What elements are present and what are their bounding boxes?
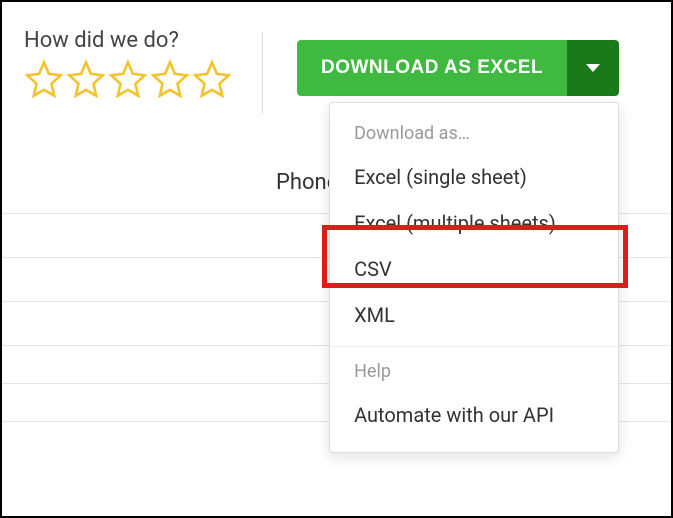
dropdown-item-excel-single[interactable]: Excel (single sheet) <box>330 154 618 200</box>
star-icon[interactable] <box>192 59 232 99</box>
dropdown-section-label: Help <box>330 355 618 392</box>
star-icon[interactable] <box>150 59 190 99</box>
star-icon[interactable] <box>66 59 106 99</box>
dropdown-item-api[interactable]: Automate with our API <box>330 392 618 438</box>
download-dropdown-menu: Download as… Excel (single sheet) Excel … <box>329 102 619 453</box>
dropdown-section-label: Download as… <box>330 117 618 154</box>
download-button-group: DOWNLOAD AS EXCEL <box>297 40 619 96</box>
download-dropdown-toggle[interactable] <box>567 40 619 96</box>
vertical-divider <box>262 32 263 114</box>
chevron-down-icon <box>586 64 600 72</box>
download-area: DOWNLOAD AS EXCEL Download as… Excel (si… <box>297 24 619 96</box>
dropdown-item-csv[interactable]: CSV <box>330 246 618 292</box>
download-button[interactable]: DOWNLOAD AS EXCEL <box>297 40 567 96</box>
star-icon[interactable] <box>24 59 64 99</box>
dropdown-item-excel-multiple[interactable]: Excel (multiple sheets) <box>330 200 618 246</box>
star-rating <box>24 59 232 99</box>
dropdown-item-xml[interactable]: XML <box>330 292 618 338</box>
column-header-phone[interactable]: Phone <box>2 152 348 213</box>
rating-section: How did we do? <box>24 24 232 99</box>
dropdown-separator <box>330 346 618 347</box>
rating-title: How did we do? <box>24 28 232 53</box>
star-icon[interactable] <box>108 59 148 99</box>
header-bar: How did we do? DOWNLOAD AS EXCEL Downloa… <box>2 2 671 152</box>
